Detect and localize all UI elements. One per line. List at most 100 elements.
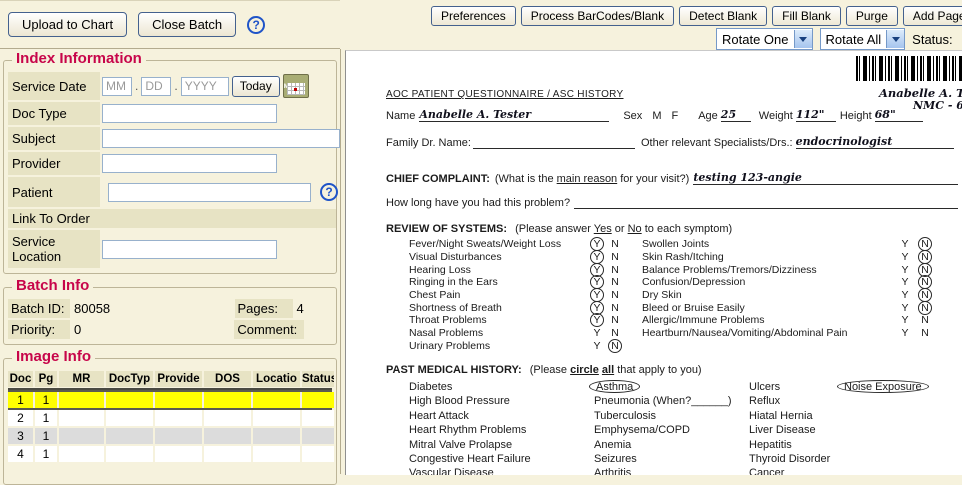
- fill-blank-button[interactable]: Fill Blank: [772, 6, 841, 26]
- chief-complaint-value: testing 123-angie: [693, 171, 958, 185]
- pmh-item-circled: Asthma: [594, 381, 635, 393]
- batch-info-title: Batch Info: [12, 277, 93, 294]
- ros-symptom-label: Allergic/Immune Problems: [642, 314, 895, 326]
- provider-label: Provider: [8, 152, 100, 175]
- ros-answer-yes: Y: [588, 276, 606, 288]
- service-location-row: Service Location: [8, 230, 332, 268]
- ros-row: Bleed or Bruise EasilyYN: [642, 301, 935, 314]
- chevron-down-icon[interactable]: [794, 30, 812, 48]
- ros-answer-no: N: [606, 289, 624, 301]
- date-separator: .: [135, 79, 138, 93]
- pmh-item: Pneumonia (When?______): [594, 395, 749, 409]
- ros-answer-no: N: [915, 302, 935, 314]
- service-date-yyyy-input[interactable]: [181, 77, 229, 96]
- ros-row: Throat ProblemsYN: [409, 314, 624, 327]
- pmh-item-label: Mitral Valve Prolapse: [409, 439, 512, 451]
- ros-answer-no: N: [606, 264, 624, 276]
- ros-answer-no: N: [606, 302, 624, 314]
- service-date-mm-input[interactable]: [102, 77, 132, 96]
- help-icon[interactable]: ?: [247, 16, 265, 34]
- image-table-row[interactable]: 21: [8, 410, 332, 426]
- cell-empty: [204, 446, 251, 462]
- preferences-button[interactable]: Preferences: [431, 6, 516, 26]
- cell-empty: [253, 410, 300, 426]
- cell-pg: 1: [35, 392, 57, 408]
- ros-answer-yes: Y: [895, 289, 915, 301]
- patient-input[interactable]: [108, 183, 311, 202]
- family-dr-value: [473, 135, 635, 149]
- image-table-row[interactable]: 11: [8, 392, 332, 408]
- ros-row: Balance Problems/Tremors/DizzinessYN: [642, 263, 935, 276]
- pmh-item-label: Congestive Heart Failure: [409, 453, 531, 465]
- purge-button[interactable]: Purge: [846, 6, 898, 26]
- upload-to-chart-button[interactable]: Upload to Chart: [8, 12, 127, 37]
- provider-input[interactable]: [102, 154, 277, 173]
- chief-complaint-label: CHIEF COMPLAINT:: [386, 173, 490, 185]
- ros-answer-yes: Y: [588, 327, 606, 339]
- height-label: Height: [840, 110, 872, 122]
- ros-row: Allergic/Immune ProblemsYN: [642, 314, 935, 327]
- rotate-all-dropdown[interactable]: Rotate All: [820, 28, 906, 50]
- index-sidebar: Index Information Service Date . . Today…: [0, 49, 341, 474]
- patient-name-overlay: Anabelle A. T: [879, 86, 962, 100]
- cell-empty: [253, 446, 300, 462]
- ros-row: Visual DisturbancesYN: [409, 251, 624, 264]
- image-table-row[interactable]: 31: [8, 428, 332, 444]
- rotate-one-dropdown[interactable]: Rotate One: [716, 28, 813, 50]
- specialists-label: Other relevant Specialists/Drs.:: [641, 137, 793, 149]
- pmh-item: Heart Rhythm Problems: [409, 424, 589, 438]
- ros-answer-yes: Y: [895, 251, 915, 263]
- how-long-value: [574, 195, 958, 209]
- subject-row: Subject: [8, 127, 332, 150]
- document-title: AOC PATIENT QUESTIONNAIRE / ASC HISTORY: [386, 89, 624, 100]
- ros-title-line: REVIEW OF SYSTEMS: (Please answer Yes or…: [386, 223, 732, 235]
- ros-answer-yes: Y: [588, 340, 606, 352]
- pmh-item-label: Liver Disease: [749, 424, 816, 436]
- ros-symptom-label: Swollen Joints: [642, 238, 895, 250]
- pmh-item: Seizures: [594, 453, 749, 467]
- cell-empty: [59, 410, 104, 426]
- subject-input[interactable]: [102, 129, 340, 148]
- pmh-item: Liver Disease: [749, 424, 869, 438]
- service-location-input[interactable]: [102, 240, 277, 259]
- provider-row: Provider: [8, 152, 332, 175]
- cell-empty: [204, 428, 251, 444]
- sex-m-option: M: [652, 110, 661, 122]
- image-table-row[interactable]: 41: [8, 446, 332, 462]
- document-viewer[interactable]: Anabelle A. T NMC - 6 AOC PATIENT QUESTI…: [345, 50, 962, 475]
- specialists-value: endocrinologist: [796, 135, 954, 149]
- pmh-item: Emphysema/COPD: [594, 424, 749, 438]
- ros-row: Chest PainYN: [409, 289, 624, 302]
- cell-empty: [155, 446, 202, 462]
- chevron-down-icon[interactable]: [886, 30, 904, 48]
- image-col-pg: Pg: [35, 371, 57, 387]
- pmh-item-label: Ulcers: [749, 381, 780, 393]
- ros-answer-yes: Y: [588, 302, 606, 314]
- age-value: 25: [721, 108, 751, 122]
- pmh-item-label: Diabetes: [409, 381, 452, 393]
- priority-row: Priority: 0 Comment:: [8, 320, 332, 339]
- detect-blank-button[interactable]: Detect Blank: [679, 6, 767, 26]
- process-barcodes-blank-button[interactable]: Process BarCodes/Blank: [521, 6, 674, 26]
- image-info-section: Image Info DocPgMRDocTypProvideDOSLocati…: [3, 358, 337, 485]
- comment-label: Comment:: [234, 320, 304, 339]
- cell-empty: [302, 392, 334, 408]
- cell-empty: [155, 392, 202, 408]
- name-line: Name Anabelle A. Tester Sex M F Age 25 W…: [386, 108, 962, 122]
- doc-type-input[interactable]: [102, 104, 277, 123]
- add-page-button[interactable]: Add Page: [903, 6, 962, 26]
- calendar-icon[interactable]: MAY: [283, 74, 309, 98]
- ros-symptom-label: Hearing Loss: [409, 264, 588, 276]
- image-col-provide: Provide: [155, 371, 202, 387]
- priority-value: 0: [70, 320, 234, 339]
- cell-empty: [106, 410, 153, 426]
- today-button[interactable]: Today: [232, 76, 280, 97]
- ros-symptom-label: Dry Skin: [642, 289, 895, 301]
- ros-answer-no: N: [915, 264, 935, 276]
- rotate-row: Rotate One Rotate All Status:: [716, 28, 953, 50]
- ros-row: Skin Rash/ItchingYN: [642, 251, 935, 264]
- patient-help-icon[interactable]: ?: [320, 183, 338, 201]
- service-date-dd-input[interactable]: [141, 77, 171, 96]
- close-batch-button[interactable]: Close Batch: [138, 12, 236, 37]
- pmh-col-4: Noise Exposure: [842, 381, 962, 395]
